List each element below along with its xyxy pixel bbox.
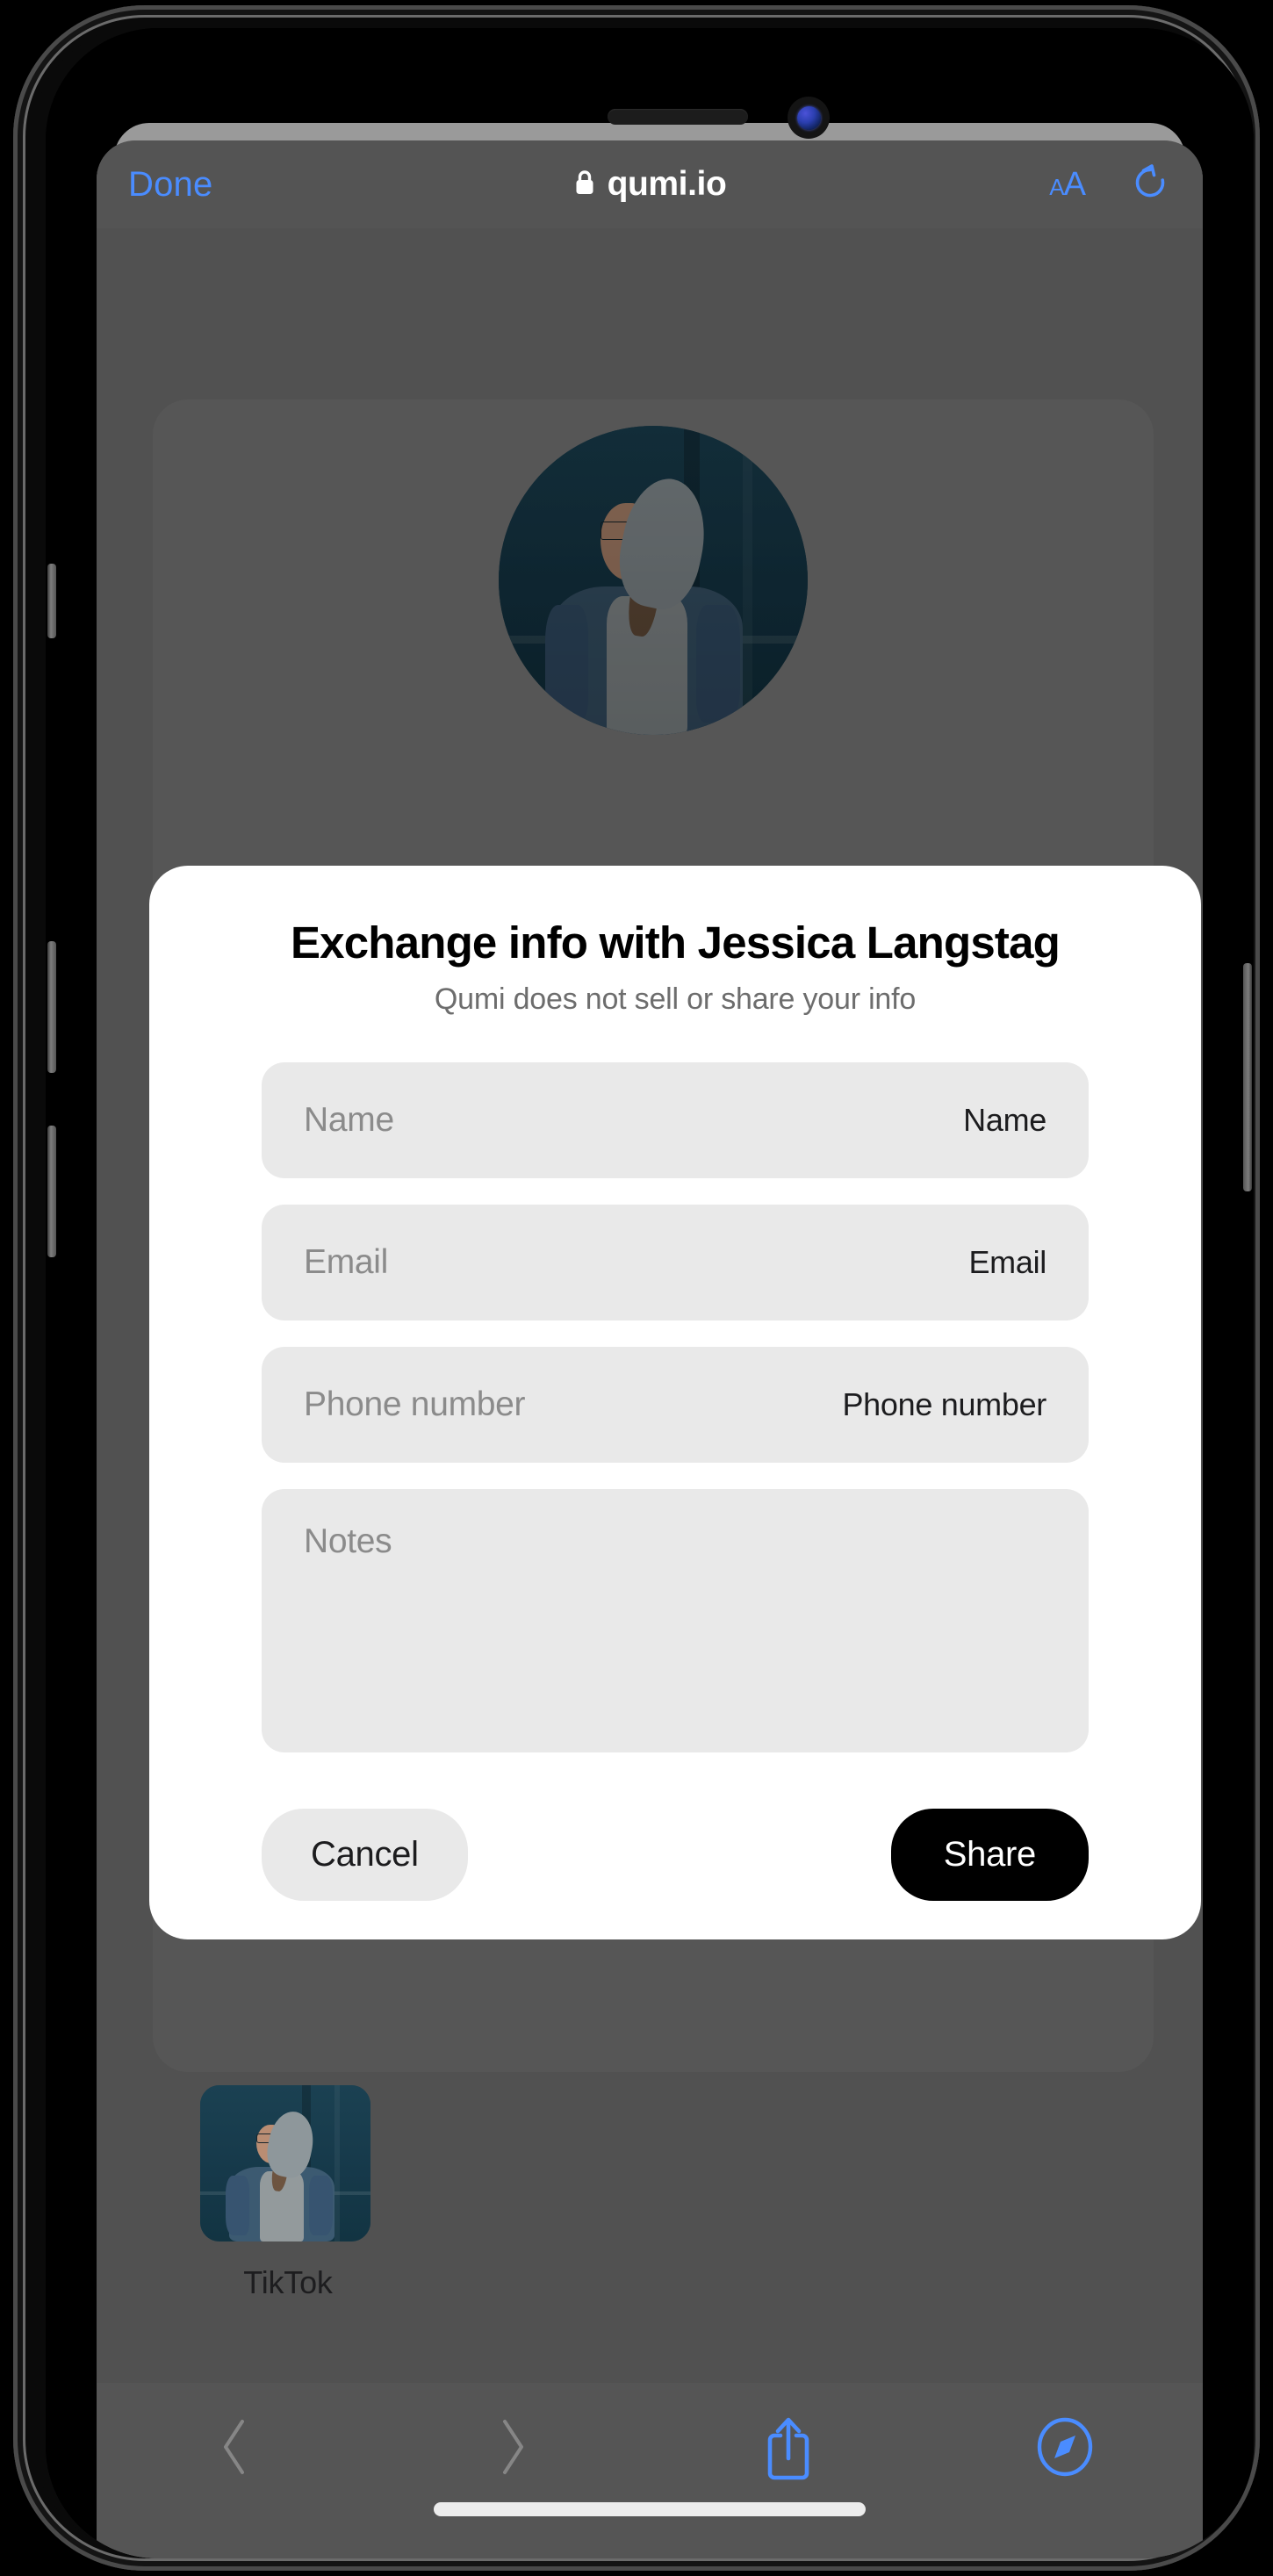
share-icon[interactable]	[761, 2414, 816, 2489]
modal-subtitle: Qumi does not sell or share your info	[434, 982, 917, 1016]
home-indicator	[434, 2502, 866, 2516]
name-field[interactable]: Name Name	[262, 1062, 1089, 1178]
text-size-small-a: A	[1049, 174, 1064, 200]
power-button[interactable]	[1243, 963, 1252, 1191]
browser-navbar: Done qumi.io AA	[97, 140, 1203, 228]
text-size-large-a: A	[1063, 166, 1086, 203]
url-text: qumi.io	[607, 165, 727, 203]
name-field-label: Name	[963, 1102, 1046, 1138]
exchange-info-form: Name Name Email Email Phone number Phone…	[149, 1062, 1201, 1752]
phone-number-field[interactable]: Phone number Phone number	[262, 1347, 1089, 1463]
front-camera	[788, 97, 830, 139]
phone-screen: Done qumi.io AA TikTok Exchange info wit…	[46, 28, 1254, 2558]
safari-in-app-browser: Done qumi.io AA TikTok Exchange info wit…	[97, 140, 1203, 2558]
link-tile-label: TikTok	[243, 2264, 333, 2300]
safari-compass-icon[interactable]	[1033, 2414, 1097, 2484]
lock-icon	[573, 169, 596, 201]
phone-number-field-placeholder: Phone number	[304, 1385, 526, 1423]
link-tile-tiktok[interactable]: TikTok	[200, 2085, 376, 2301]
email-field-placeholder: Email	[304, 1243, 389, 1281]
email-field[interactable]: Email Email	[262, 1205, 1089, 1320]
notes-field-placeholder: Notes	[304, 1522, 392, 1560]
modal-title: Exchange info with Jessica Langstag	[290, 917, 1061, 968]
name-field-placeholder: Name	[304, 1101, 394, 1139]
phone-number-field-label: Phone number	[842, 1386, 1046, 1422]
volume-up-button[interactable]	[47, 941, 56, 1073]
tiktok-thumbnail-photo	[200, 2085, 370, 2241]
notes-field[interactable]: Notes	[262, 1489, 1089, 1752]
tiktok-thumbnail	[200, 2085, 370, 2241]
navbar-actions: AA	[1049, 162, 1169, 207]
reload-icon[interactable]	[1131, 162, 1169, 207]
cancel-button[interactable]: Cancel	[262, 1809, 468, 1901]
url-display: qumi.io	[97, 165, 1203, 204]
text-size-button[interactable]: AA	[1049, 166, 1086, 203]
done-button[interactable]: Done	[128, 165, 212, 205]
volume-down-button[interactable]	[47, 1126, 56, 1257]
share-button[interactable]: Share	[890, 1809, 1089, 1901]
phone-frame: Done qumi.io AA TikTok Exchange info wit…	[13, 5, 1260, 2571]
camera-lens	[796, 105, 821, 130]
back-button[interactable]	[215, 2414, 255, 2484]
modal-actions: Cancel Share	[149, 1809, 1201, 1901]
speaker-grille	[608, 109, 748, 125]
silence-switch[interactable]	[47, 564, 56, 638]
phone-bezel: Done qumi.io AA TikTok Exchange info wit…	[46, 28, 1254, 2558]
exchange-info-modal: Exchange info with Jessica Langstag Qumi…	[149, 866, 1201, 1939]
browser-bottom-toolbar	[97, 2383, 1203, 2558]
forward-button[interactable]	[492, 2414, 532, 2484]
email-field-label: Email	[968, 1244, 1046, 1280]
